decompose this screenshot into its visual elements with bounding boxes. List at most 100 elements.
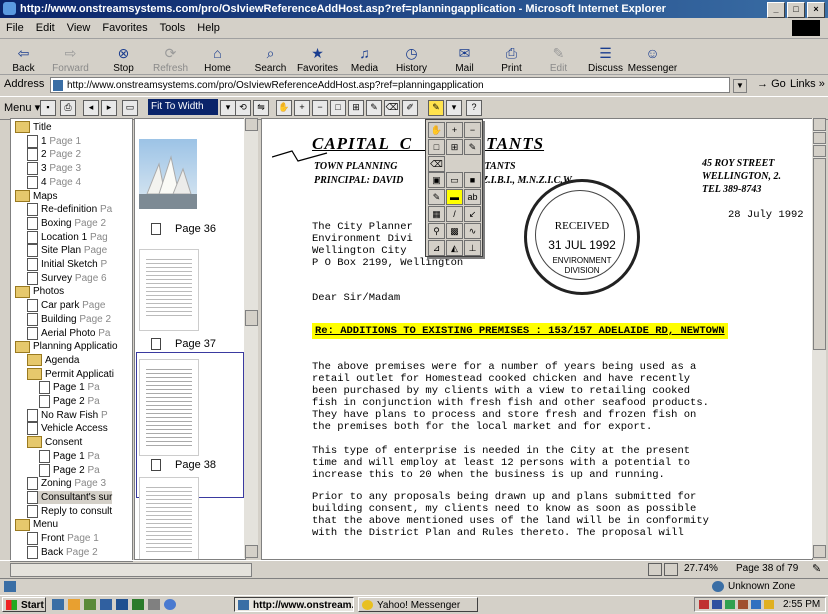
tree-item[interactable]: Page 2 Pa <box>39 395 100 408</box>
zoom-in-icon[interactable]: + <box>294 100 310 116</box>
address-dropdown-button[interactable]: ▼ <box>733 79 747 93</box>
tray-icon[interactable] <box>751 600 761 609</box>
tree-item[interactable]: Boxing Page 2 <box>27 216 106 230</box>
arrow-tool-icon[interactable]: ↙ <box>464 206 481 222</box>
filled-polygon-tool-icon[interactable]: ◭ <box>446 239 463 256</box>
tree-item[interactable]: Building Page 2 <box>27 312 111 326</box>
tree-folder[interactable]: Planning Applicatio <box>15 340 118 353</box>
highlight-tool-icon[interactable]: ⌫ <box>428 155 445 172</box>
print-button[interactable]: ⎙ Print <box>488 38 535 74</box>
pan-tool-icon[interactable]: ✋ <box>428 122 445 138</box>
tree-folder[interactable]: Maps <box>15 189 57 203</box>
media-button[interactable]: ♫ Media <box>341 38 388 74</box>
flip-icon[interactable]: ⇋ <box>253 100 269 116</box>
discuss-button[interactable]: ☰ Discuss <box>582 38 629 74</box>
go-button[interactable]: → Go <box>757 78 786 90</box>
save-icon[interactable]: ▪ <box>40 100 56 116</box>
tree-item[interactable]: Page 2 Pa <box>39 463 100 477</box>
text-note-tool-icon[interactable]: ▣ <box>428 172 445 189</box>
tree-item[interactable]: Consultant's sur <box>27 490 113 504</box>
messenger-button[interactable]: ☺ Messenger <box>628 38 677 74</box>
rectangle-tool-icon[interactable]: ▭ <box>446 172 463 189</box>
thumbnail-image-38[interactable] <box>139 359 199 456</box>
quicklaunch-clock-icon[interactable] <box>164 599 176 610</box>
home-button[interactable]: ⌂ Home <box>194 38 241 74</box>
horizontal-scrollbar[interactable] <box>10 563 252 577</box>
forward-button[interactable]: ⇨ Forward <box>47 38 94 74</box>
fit-icon[interactable]: ▭ <box>122 100 138 116</box>
pen-tool-icon[interactable]: ✎ <box>428 189 445 206</box>
tree-item[interactable]: Location 1 Pag <box>27 230 108 244</box>
tree-item[interactable]: Survey Page 6 <box>27 271 107 285</box>
links-button[interactable]: Links » <box>790 78 825 90</box>
task-yahoo-messenger[interactable]: Yahoo! Messenger <box>358 597 478 612</box>
scroll-thumb[interactable] <box>245 310 258 326</box>
polygon-tool-icon[interactable]: ⊿ <box>428 239 445 256</box>
image-tool-icon[interactable]: ▦ <box>428 206 445 222</box>
scroll-down-icon[interactable] <box>245 545 258 558</box>
quicklaunch-check-icon[interactable] <box>148 599 160 610</box>
menu-favorites[interactable]: Favorites <box>96 22 153 34</box>
pan-icon[interactable]: ✋ <box>276 100 292 116</box>
tree-folder[interactable]: Menu <box>15 518 58 531</box>
scroll-up-icon[interactable] <box>813 118 826 131</box>
tree-item[interactable]: Aerial Photo Pa <box>27 326 111 340</box>
page-up-icon[interactable] <box>813 132 826 144</box>
quicklaunch-outlook-icon[interactable] <box>68 599 80 610</box>
start-button[interactable]: Start <box>2 597 46 612</box>
print-icon[interactable]: ⎙ <box>60 100 76 116</box>
zoom-select[interactable]: Fit To Width <box>148 99 218 115</box>
prev-page-icon[interactable]: ◂ <box>83 100 99 116</box>
quicklaunch-desktop-icon[interactable] <box>84 599 96 610</box>
pencil-tool-icon[interactable]: ✎ <box>464 138 481 155</box>
scroll-down-icon[interactable] <box>813 545 826 558</box>
tree-item[interactable]: Page 1 Pa <box>39 381 100 395</box>
annotation-icon[interactable]: ✐ <box>402 100 418 116</box>
address-input[interactable]: http://www.onstreamsystems.com/pro/OsIvi… <box>50 77 730 93</box>
help-icon[interactable]: ? <box>466 100 482 116</box>
menu-edit[interactable]: Edit <box>30 22 61 34</box>
zoom-rect-tool-icon[interactable]: ⊞ <box>446 138 463 155</box>
thumbnail-image-39[interactable] <box>139 477 199 559</box>
tree-item[interactable]: 2 Page 2 <box>27 148 81 162</box>
scroll-thumb[interactable] <box>813 158 826 350</box>
edit-button[interactable]: ✎ Edit <box>535 38 582 74</box>
back-button[interactable]: ⇦ Back <box>0 38 47 74</box>
tree-folder[interactable]: Agenda <box>27 354 79 367</box>
zoom-in-tool-icon[interactable]: + <box>446 122 463 138</box>
document-scrollbar[interactable] <box>812 118 826 558</box>
freehand-tool-icon[interactable]: ∿ <box>464 222 481 239</box>
menu-help[interactable]: Help <box>191 22 226 34</box>
tray-icon[interactable] <box>712 600 722 609</box>
pencil-icon[interactable]: ✎ <box>366 100 382 116</box>
thumbnail-toggle-icon[interactable] <box>648 563 662 576</box>
tree-folder[interactable]: Title <box>15 121 52 134</box>
thumbnail-image-37[interactable] <box>139 249 199 331</box>
tree-item[interactable]: Back Page 2 <box>27 545 98 559</box>
zoom-dropdown-icon[interactable]: ▾ <box>220 100 236 116</box>
scroll-up-icon[interactable] <box>245 118 258 131</box>
tree-folder[interactable]: Consent <box>27 436 82 449</box>
menu-file[interactable]: File <box>0 22 30 34</box>
page-down-icon[interactable] <box>813 145 826 157</box>
tree-item[interactable]: Site Plan Page <box>27 244 107 258</box>
zoom-rect-icon[interactable]: ⊞ <box>348 100 364 116</box>
refresh-button[interactable]: ⟳ Refresh <box>147 38 194 74</box>
tree-item[interactable]: No Raw Fish P <box>27 408 108 422</box>
search-button[interactable]: ⌕ Search <box>247 38 294 74</box>
tree-item[interactable]: Initial Sketch P <box>27 258 107 271</box>
tree-item[interactable]: Front Page 1 <box>27 532 99 545</box>
tray-icon[interactable] <box>764 600 774 609</box>
select-rect-icon[interactable]: □ <box>330 100 346 116</box>
quicklaunch-media-icon[interactable] <box>100 599 112 610</box>
history-button[interactable]: ◷ History <box>388 38 435 74</box>
tray-icon[interactable] <box>725 600 735 609</box>
zoom-out-tool-icon[interactable]: − <box>464 122 481 138</box>
tree-item[interactable]: 1 Page 1 <box>27 134 81 148</box>
annotation-dropdown-icon[interactable]: ▾ <box>446 100 462 116</box>
thumbnail-image-36[interactable] <box>139 139 197 209</box>
mail-button[interactable]: ✉ Mail <box>441 38 488 74</box>
tree-item[interactable]: Vehicle Access <box>27 422 108 436</box>
tree-item[interactable]: Zoning Page 3 <box>27 477 106 491</box>
tree-item[interactable]: 4 Page 4 <box>27 175 81 189</box>
